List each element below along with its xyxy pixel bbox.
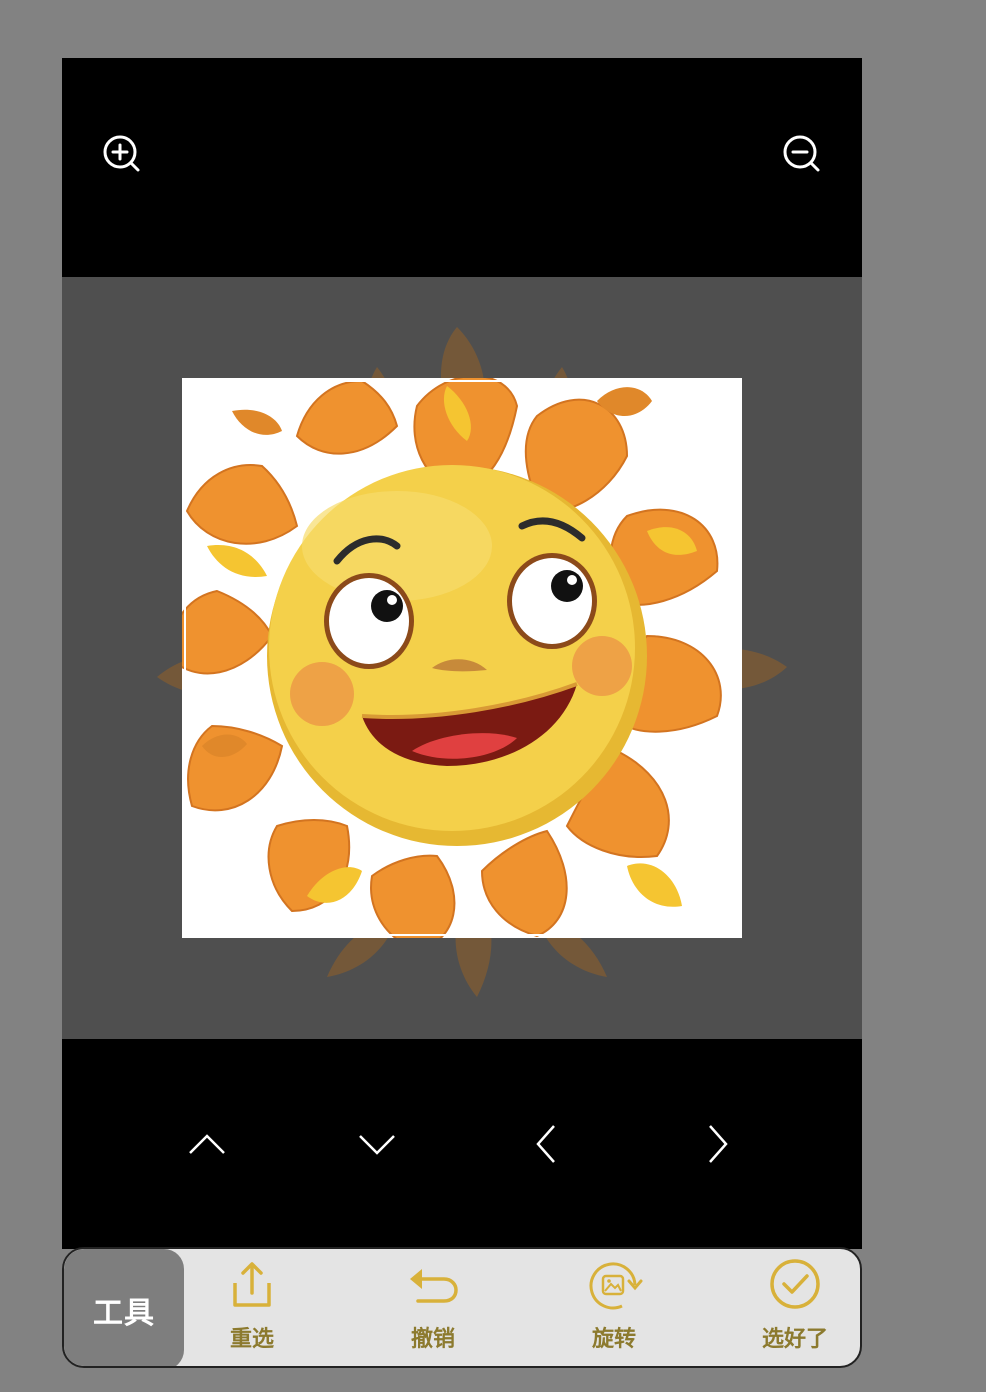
bottom-toolbar: 工具 重选 撤销 旋转 选好了 [62, 1247, 862, 1368]
undo-label: 撤销 [410, 1327, 455, 1352]
done-button[interactable]: 选好了 [740, 1257, 850, 1357]
image-canvas[interactable] [62, 277, 862, 1039]
rotate-image-icon [589, 1262, 643, 1310]
check-circle-icon [770, 1259, 820, 1309]
undo-button[interactable]: 撤销 [378, 1257, 488, 1357]
move-right-button[interactable] [692, 1121, 742, 1167]
undo-icon [410, 1269, 458, 1303]
chevron-down-icon [359, 1135, 395, 1155]
reselect-button[interactable]: 重选 [197, 1257, 307, 1357]
move-up-button[interactable] [182, 1121, 232, 1167]
rotate-button[interactable]: 旋转 [559, 1257, 669, 1357]
rotate-label: 旋转 [591, 1327, 636, 1352]
direction-bar [62, 1039, 862, 1249]
image-crop-screen: 工具 重选 撤销 旋转 选好了 [62, 58, 862, 1368]
top-bar [62, 58, 862, 277]
done-label: 选好了 [761, 1327, 828, 1352]
zoom-out-button[interactable] [782, 134, 822, 174]
chevron-up-icon [189, 1134, 225, 1154]
move-down-button[interactable] [352, 1121, 402, 1167]
crop-region[interactable] [182, 378, 742, 938]
reselect-label: 重选 [229, 1327, 274, 1352]
chevron-left-icon [536, 1125, 555, 1163]
move-left-button[interactable] [522, 1121, 572, 1167]
chevron-right-icon [709, 1125, 728, 1163]
share-upload-icon [233, 1262, 271, 1307]
zoom-in-icon [103, 135, 140, 172]
tools-tab[interactable]: 工具 [64, 1249, 184, 1366]
zoom-in-button[interactable] [102, 134, 142, 174]
zoom-out-icon [783, 135, 820, 172]
sun-image [182, 378, 722, 938]
